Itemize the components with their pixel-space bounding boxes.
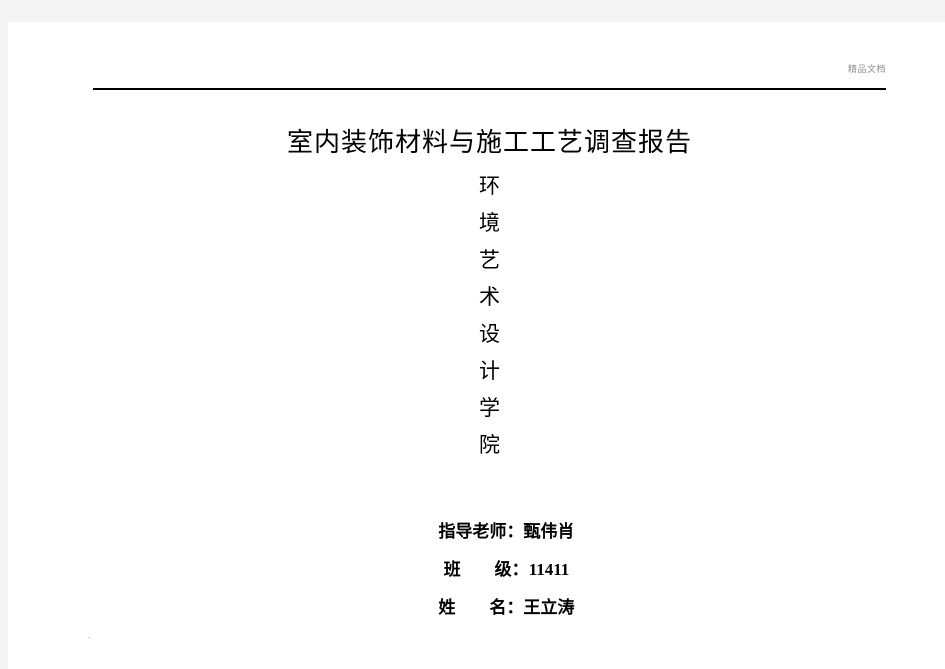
meta-label: 班 级： [443, 560, 529, 579]
meta-value: 甄伟肖 [523, 522, 575, 541]
meta-row-instructor: 指导老师：甄伟肖 [93, 475, 886, 541]
vertical-char: 学 [479, 396, 500, 420]
footer-artifact-mark: . [88, 634, 92, 638]
vertical-char: 计 [479, 359, 500, 383]
meta-label: 姓 名： [438, 598, 524, 617]
meta-value: 11411 [528, 560, 570, 579]
vertical-department-heading: 环 境 艺 术 设 计 学 院 [93, 168, 886, 464]
header-watermark-text: 精品文档 [847, 65, 886, 75]
cover-content: 室内装饰材料与施工工艺调查报告 环 境 艺 术 设 计 学 院 指导老师：甄伟肖… [93, 90, 886, 650]
document-page: 精品文档 室内装饰材料与施工工艺调查报告 环 境 艺 术 设 计 学 院 指导老… [8, 22, 945, 669]
meta-value: 王立涛 [523, 598, 575, 617]
vertical-char: 院 [479, 433, 500, 457]
vertical-char: 环 [479, 174, 500, 198]
vertical-char: 术 [479, 285, 500, 309]
cover-meta-block: 指导老师：甄伟肖 班 级：11411 姓 名：王立涛 [93, 475, 886, 617]
page-header: 精品文档 [93, 44, 886, 90]
document-title: 室内装饰材料与施工工艺调查报告 [286, 128, 692, 157]
vertical-char: 设 [479, 322, 500, 346]
vertical-char: 境 [479, 211, 500, 235]
meta-label: 指导老师： [438, 522, 524, 541]
vertical-char: 艺 [479, 248, 500, 272]
